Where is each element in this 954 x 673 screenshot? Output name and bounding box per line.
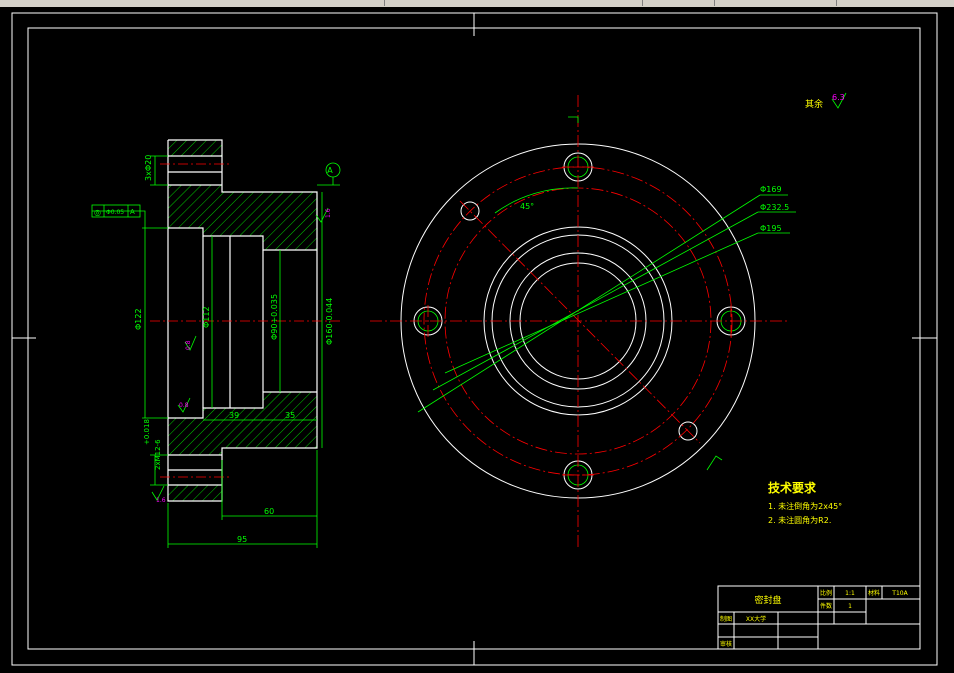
school-name: XX大学	[746, 615, 766, 623]
general-roughness-label: 其余	[805, 98, 823, 110]
inner-border	[27, 27, 921, 650]
roughness-1: 1.6	[325, 208, 332, 218]
section-view: 3xΦ20 Φ122 Φ112 Φ90+0.035 Φ160-0.044 39 …	[91, 92, 847, 548]
plan-centerlines	[370, 95, 790, 548]
qty-value: 1	[848, 603, 852, 610]
notes-item-1: 1. 未注倒角为2x45°	[768, 501, 842, 511]
dim-len-95: 95	[237, 535, 247, 544]
runout-tolerance: Φ0.05	[106, 209, 124, 216]
dim-bore-122: Φ122	[134, 308, 143, 330]
dim-d2: Φ232.5	[760, 203, 789, 212]
dim-bore-112: Φ112	[202, 306, 211, 328]
dim-bolt-hole: 3xΦ20	[144, 155, 153, 181]
dim-len-35: 35	[285, 411, 295, 420]
roughness-3: 0.8	[179, 402, 189, 409]
part-name: 密封盘	[754, 594, 781, 606]
qty-label: 件数	[820, 602, 832, 610]
outer-border	[11, 12, 938, 666]
section-hatching	[168, 140, 317, 501]
roughness-4: 1.6	[156, 497, 166, 504]
notes-item-2: 2. 未注圆角为R2.	[768, 515, 831, 525]
scale-label: 比例	[820, 589, 832, 597]
dim-d1: Φ169	[760, 185, 782, 194]
dim-overall-dia: Φ160-0.044	[325, 298, 334, 345]
dim-bore-90: Φ90+0.035	[270, 294, 279, 340]
reviewer-label: 审核	[720, 640, 732, 648]
drawer-label: 制图	[720, 615, 732, 623]
notes-title: 技术要求	[768, 480, 817, 495]
runout-datum: A	[130, 208, 135, 216]
material-value: T10A	[891, 590, 908, 597]
cad-drawing-canvas[interactable]: 3xΦ20 Φ122 Φ112 Φ90+0.035 Φ160-0.044 39 …	[0, 0, 954, 673]
material-label: 材料	[868, 589, 880, 597]
title-block: 密封盘 比例 1:1 材料 T10A 件数 1 制图 XX大学 审核	[717, 585, 921, 650]
datum-label: A	[327, 166, 333, 175]
dim-d3: Φ195	[760, 224, 782, 233]
plan-view: 45° Φ169 Φ232.5 Φ195	[370, 95, 796, 548]
general-roughness-value: 6.3	[832, 93, 845, 102]
dim-thread: 2xM12-6	[154, 439, 162, 470]
plan-dimension-lines	[417, 116, 796, 471]
dim-len-39: 39	[229, 411, 239, 420]
dim-angle: 45°	[520, 202, 534, 211]
runout-symbol-icon: ◎	[94, 208, 101, 217]
drawing-frame	[11, 12, 938, 666]
technical-requirements: 技术要求 1. 未注倒角为2x45° 2. 未注圆角为R2.	[768, 480, 842, 525]
scale-value: 1:1	[845, 590, 855, 597]
dim-tolerance: +0.018	[143, 419, 151, 445]
dim-len-60: 60	[264, 507, 274, 516]
roughness-2: 0.8	[185, 340, 192, 350]
